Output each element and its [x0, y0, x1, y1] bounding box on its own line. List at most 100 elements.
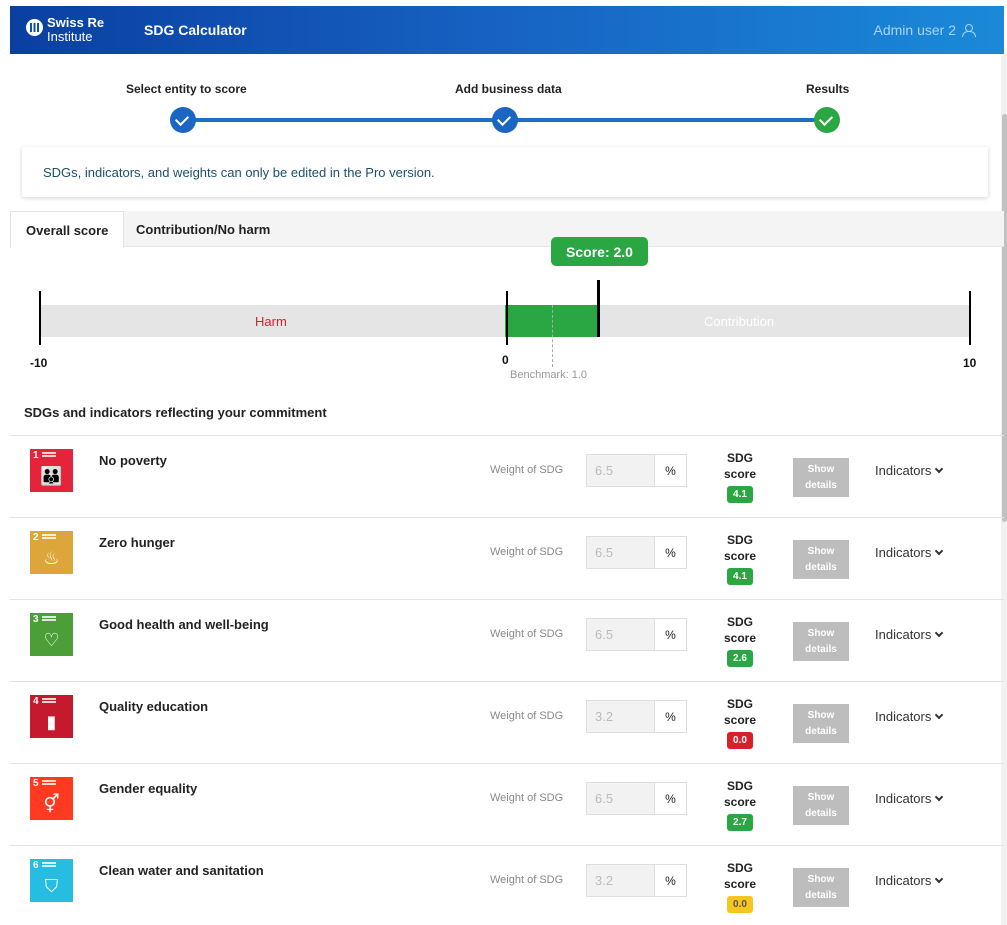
sdg-score-badge: 4.1 [727, 568, 753, 585]
sdg-name: Good health and well-being [99, 617, 269, 632]
sdg-2-bowl-icon: 2 ♨ [30, 531, 73, 574]
weight-input[interactable] [586, 700, 655, 733]
sdg-list: 1 👪 No poverty Weight of SDG % SDG score… [10, 435, 1004, 925]
chevron-down-icon [935, 546, 944, 555]
chevron-down-icon [935, 710, 944, 719]
book-icon: ▮ [46, 712, 57, 732]
logo-mark-icon [26, 19, 43, 36]
logo-line2: Institute [47, 29, 93, 44]
benchmark-label: Benchmark: 1.0 [510, 369, 588, 381]
sdg-score-label: SDG score [723, 779, 757, 809]
indicators-label: Indicators [875, 463, 932, 478]
bowl-icon: ♨ [43, 548, 60, 568]
indicators-dropdown[interactable]: Indicators [875, 791, 944, 806]
tab-overall-score[interactable]: Overall score [10, 211, 125, 248]
sdg-number: 4 [33, 696, 39, 707]
indicators-label: Indicators [875, 545, 932, 560]
weight-input[interactable] [586, 454, 655, 487]
show-details-button[interactable]: Show details [793, 458, 849, 497]
sdg-name: Quality education [99, 699, 209, 714]
axis-min-label: -10 [30, 356, 48, 370]
step-label-select-entity: Select entity to score [126, 82, 247, 96]
step-3-check-icon[interactable] [814, 107, 840, 133]
show-details-button[interactable]: Show details [793, 868, 849, 907]
sdg-score-badge: 4.1 [727, 486, 753, 503]
sdg-score-badge: 2.7 [727, 814, 753, 831]
indicators-dropdown[interactable]: Indicators [875, 463, 944, 478]
tick-zero [506, 291, 508, 345]
show-details-button[interactable]: Show details [793, 704, 849, 743]
user-icon [962, 23, 976, 37]
tick-max [969, 291, 971, 345]
sdg-row: 5 ⚥ Gender equality Weight of SDG % SDG … [10, 763, 1004, 845]
sdg-score-badge: 2.6 [727, 650, 753, 667]
user-name: Admin user 2 [873, 22, 956, 38]
sdg-row: 3 ♡ Good health and well-being Weight of… [10, 599, 1004, 681]
indicators-label: Indicators [875, 791, 932, 806]
weight-input[interactable] [586, 782, 655, 815]
notice-text: SDGs, indicators, and weights can only b… [43, 164, 435, 180]
sdg-number: 3 [33, 614, 39, 625]
score-marker [597, 280, 600, 337]
swiss-re-logo[interactable]: Swiss Re Institute [26, 16, 124, 44]
sdg-score-label: SDG score [723, 861, 757, 891]
step-1-check-icon[interactable] [170, 107, 196, 133]
sdg-number: 5 [33, 778, 39, 789]
weight-label: Weight of SDG [490, 628, 564, 640]
weight-label: Weight of SDG [490, 464, 564, 476]
step-label-add-business-data: Add business data [455, 82, 562, 96]
weight-input[interactable] [586, 864, 655, 897]
weight-label: Weight of SDG [490, 546, 564, 558]
percent-addon: % [655, 536, 687, 569]
score-badge: Score: 2.0 [551, 237, 648, 266]
percent-addon: % [655, 864, 687, 897]
sdg-number: 6 [33, 860, 39, 871]
indicators-dropdown[interactable]: Indicators [875, 709, 944, 724]
sdg-score-label: SDG score [723, 697, 757, 727]
harm-label: Harm [255, 314, 287, 329]
percent-addon: % [655, 618, 687, 651]
sdg-name: No poverty [99, 453, 167, 468]
sdg-6-water-glass-icon: 6 ⛉ [30, 859, 73, 902]
weight-input[interactable] [586, 618, 655, 651]
sdg-score-badge: 0.0 [727, 732, 753, 749]
sdg-score-label: SDG score [723, 451, 757, 481]
family-icon: 👪 [40, 466, 63, 486]
weight-label: Weight of SDG [490, 874, 564, 886]
weight-label: Weight of SDG [490, 792, 564, 804]
indicators-dropdown[interactable]: Indicators [875, 627, 944, 642]
sdg-score-badge: 0.0 [727, 896, 753, 913]
percent-addon: % [655, 454, 687, 487]
sdg-4-book-icon: 4 ▮ [30, 695, 73, 738]
weight-input[interactable] [586, 536, 655, 569]
show-details-button[interactable]: Show details [793, 540, 849, 579]
user-menu[interactable]: Admin user 2 [873, 22, 976, 38]
sdg-name: Zero hunger [99, 535, 175, 550]
weight-label: Weight of SDG [490, 710, 564, 722]
sdg-number: 1 [33, 450, 39, 461]
tick-min [39, 291, 41, 345]
app-title: SDG Calculator [144, 22, 247, 38]
heartbeat-icon: ♡ [43, 630, 60, 650]
contribution-label: Contribution [704, 314, 775, 329]
show-details-button[interactable]: Show details [793, 786, 849, 825]
water-glass-icon: ⛉ [44, 876, 59, 896]
chevron-down-icon [935, 464, 944, 473]
percent-addon: % [655, 700, 687, 733]
show-details-button[interactable]: Show details [793, 622, 849, 661]
pro-version-notice: SDGs, indicators, and weights can only b… [22, 147, 988, 197]
indicators-dropdown[interactable]: Indicators [875, 545, 944, 560]
benchmark-line [551, 305, 553, 367]
sdg-score-label: SDG score [723, 533, 757, 563]
gender-icon: ⚥ [43, 794, 60, 814]
step-2-check-icon[interactable] [492, 107, 518, 133]
sdg-row: 4 ▮ Quality education Weight of SDG % SD… [10, 681, 1004, 763]
sdg-score-label: SDG score [723, 615, 757, 645]
indicators-label: Indicators [875, 709, 932, 724]
chevron-down-icon [935, 874, 944, 883]
tab-contribution-no-harm[interactable]: Contribution/No harm [121, 211, 285, 247]
indicators-dropdown[interactable]: Indicators [875, 873, 944, 888]
sdg-5-gender-icon: 5 ⚥ [30, 777, 73, 820]
section-title: SDGs and indicators reflecting your comm… [24, 405, 327, 420]
sdg-row: 2 ♨ Zero hunger Weight of SDG % SDG scor… [10, 517, 1004, 599]
